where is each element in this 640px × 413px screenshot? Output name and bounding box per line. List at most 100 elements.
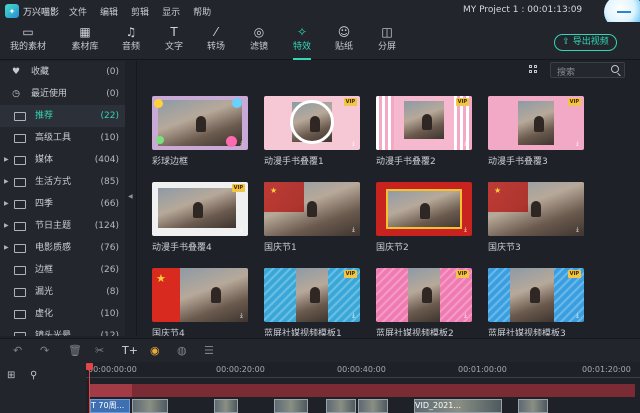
tab-filter[interactable]: ◎ 滤镜 bbox=[246, 24, 272, 58]
export-video-button[interactable]: ⇪ 导出视频 bbox=[554, 34, 617, 51]
sidebar-item[interactable]: 漏光 (8) bbox=[0, 281, 125, 303]
download-icon[interactable]: ⤓ bbox=[238, 140, 245, 147]
menu-view[interactable]: 显示 bbox=[162, 5, 180, 18]
effect-thumbnail[interactable]: ★ ⤓ bbox=[264, 182, 360, 236]
menu-edit[interactable]: 编辑 bbox=[100, 5, 118, 18]
effect-thumbnail[interactable]: VIP ⤓ bbox=[264, 96, 360, 150]
effect-card[interactable]: ★ ⤓ 国庆节4 bbox=[152, 268, 248, 336]
download-icon[interactable]: ⤓ bbox=[350, 226, 357, 233]
tab-text[interactable]: T 文字 bbox=[161, 24, 187, 58]
effect-thumbnail[interactable]: ⤓ bbox=[152, 96, 248, 150]
audio-clip[interactable] bbox=[90, 384, 132, 397]
sidebar-item[interactable]: ♥ 收藏 (0) bbox=[0, 61, 125, 83]
menu-file[interactable]: 文件 bbox=[69, 5, 87, 18]
speed-icon[interactable]: ◉ bbox=[150, 344, 160, 357]
download-icon[interactable]: ⤓ bbox=[350, 312, 357, 319]
tab-stickers[interactable]: ☺ 贴纸 bbox=[331, 24, 357, 58]
undo-icon[interactable]: ↶ bbox=[13, 344, 22, 357]
title-clip[interactable]: T 70周... bbox=[90, 399, 130, 413]
effect-thumbnail[interactable]: VIP ⤓ bbox=[264, 268, 360, 322]
effect-thumbnail[interactable]: ★ ⤓ bbox=[152, 268, 248, 322]
sidebar-item[interactable]: ▶ 生活方式 (85) bbox=[0, 171, 125, 193]
download-icon[interactable]: ⤓ bbox=[574, 140, 581, 147]
video-clip[interactable] bbox=[518, 399, 548, 413]
tab-stock-library[interactable]: ▦ 素材库 bbox=[68, 24, 102, 58]
redo-icon[interactable]: ↷ bbox=[40, 344, 49, 357]
sidebar-item[interactable]: ▶ 电影质感 (76) bbox=[0, 237, 125, 259]
tab-audio[interactable]: ♫ 音频 bbox=[118, 24, 144, 58]
video-clip[interactable] bbox=[132, 399, 168, 413]
effect-card[interactable]: VIP ⤓ 动漫手书叠覆3 bbox=[488, 96, 584, 167]
download-icon[interactable]: ⤓ bbox=[462, 312, 469, 319]
video-clip[interactable] bbox=[326, 399, 356, 413]
add-track-icon[interactable]: ⊞ bbox=[7, 370, 15, 381]
effect-thumbnail[interactable]: VIP ⤓ bbox=[152, 182, 248, 236]
effect-card[interactable]: VIP ⤓ 蓝屏社媒视频模板2 bbox=[376, 268, 472, 336]
download-icon[interactable]: ⤓ bbox=[574, 226, 581, 233]
download-icon[interactable]: ⤓ bbox=[238, 312, 245, 319]
tab-effects[interactable]: ✧ 特效 bbox=[289, 24, 315, 60]
video-clip[interactable]: VID_2021... bbox=[414, 399, 502, 413]
expand-arrow-icon[interactable]: ▶ bbox=[4, 171, 12, 193]
effect-card[interactable]: VIP ⤓ 蓝屏社媒视频模板1 bbox=[264, 268, 360, 336]
sidebar-item[interactable]: ▶ 媒体 (404) bbox=[0, 149, 125, 171]
menu-clip[interactable]: 剪辑 bbox=[131, 5, 149, 18]
sidebar-item[interactable]: 镜头光晕 (12) bbox=[0, 325, 125, 336]
expand-arrow-icon[interactable]: ▶ bbox=[4, 193, 12, 215]
effect-card[interactable]: ★ ⤓ 国庆节3 bbox=[488, 182, 584, 253]
menu-help[interactable]: 帮助 bbox=[193, 5, 211, 18]
expand-arrow-icon[interactable]: ▶ bbox=[4, 237, 12, 259]
download-icon[interactable]: ⤓ bbox=[350, 140, 357, 147]
vip-badge: VIP bbox=[455, 270, 469, 278]
video-clip[interactable] bbox=[274, 399, 308, 413]
sidebar-item-label: 高级工具 bbox=[35, 133, 72, 143]
effect-card[interactable]: ★ ⤓ 国庆节1 bbox=[264, 182, 360, 253]
effect-card[interactable]: VIP ⤓ 动漫手书叠覆2 bbox=[376, 96, 472, 167]
expand-arrow-icon[interactable]: ▶ bbox=[4, 215, 12, 237]
search-input[interactable]: 搜索 bbox=[550, 62, 625, 78]
search-icon[interactable] bbox=[611, 65, 619, 73]
time-ruler[interactable]: 00:00:00:00 00:00:20:00 00:00:40:00 00:0… bbox=[86, 364, 640, 378]
video-clip[interactable] bbox=[214, 399, 238, 413]
playhead[interactable] bbox=[86, 363, 93, 413]
tab-split-screen[interactable]: ◫ 分屏 bbox=[374, 24, 400, 58]
color-icon[interactable]: ◍ bbox=[177, 344, 187, 357]
sidebar-item[interactable]: 高级工具 (10) bbox=[0, 127, 125, 149]
sidebar-item-count: (10) bbox=[100, 133, 119, 143]
panel-splitter[interactable]: ◀ bbox=[125, 61, 137, 336]
effect-title: 彩球边框 bbox=[152, 157, 189, 167]
effect-thumbnail[interactable]: ⤓ bbox=[376, 182, 472, 236]
text-edit-icon[interactable]: T+ bbox=[122, 344, 138, 357]
link-icon[interactable]: ⚲ bbox=[30, 370, 37, 381]
collapse-arrow-icon[interactable]: ◀ bbox=[128, 193, 133, 200]
expand-arrow-icon[interactable]: ▶ bbox=[4, 149, 12, 171]
effect-card[interactable]: ⤓ 国庆节2 bbox=[376, 182, 472, 253]
sidebar-item[interactable]: ◷ 最近使用 (0) bbox=[0, 83, 125, 105]
effect-thumbnail[interactable]: VIP ⤓ bbox=[488, 96, 584, 150]
grid-view-icon[interactable] bbox=[529, 65, 539, 75]
sidebar-item[interactable]: 虚化 (10) bbox=[0, 303, 125, 325]
effect-thumbnail[interactable]: ★ ⤓ bbox=[488, 182, 584, 236]
tab-my-media[interactable]: ▭ 我的素材 bbox=[8, 24, 48, 58]
tab-transition[interactable]: ⁄ 转场 bbox=[203, 24, 229, 58]
effect-thumbnail[interactable]: VIP ⤓ bbox=[376, 96, 472, 150]
effect-card[interactable]: VIP ⤓ 动漫手书叠覆1 bbox=[264, 96, 360, 167]
sidebar-item[interactable]: ▶ 四季 (66) bbox=[0, 193, 125, 215]
effect-card[interactable]: ⤓ 彩球边框 bbox=[152, 96, 248, 167]
download-icon[interactable]: ⤓ bbox=[238, 226, 245, 233]
effect-card[interactable]: VIP ⤓ 蓝屏社媒视频模板3 bbox=[488, 268, 584, 336]
effect-thumbnail[interactable]: VIP ⤓ bbox=[376, 268, 472, 322]
sidebar-item[interactable]: 推荐 (22) bbox=[0, 105, 125, 127]
video-clip[interactable] bbox=[358, 399, 388, 413]
audio-track[interactable] bbox=[90, 384, 635, 397]
download-icon[interactable]: ⤓ bbox=[462, 140, 469, 147]
delete-icon[interactable]: 🗑 bbox=[68, 344, 82, 357]
cut-icon[interactable]: ✂ bbox=[95, 344, 104, 357]
download-icon[interactable]: ⤓ bbox=[574, 312, 581, 319]
sidebar-item[interactable]: 边框 (26) bbox=[0, 259, 125, 281]
sidebar-item[interactable]: ▶ 节日主题 (124) bbox=[0, 215, 125, 237]
effect-card[interactable]: VIP ⤓ 动漫手书叠覆4 bbox=[152, 182, 248, 253]
effect-thumbnail[interactable]: VIP ⤓ bbox=[488, 268, 584, 322]
download-icon[interactable]: ⤓ bbox=[462, 226, 469, 233]
adjust-icon[interactable]: ☰ bbox=[204, 344, 214, 357]
